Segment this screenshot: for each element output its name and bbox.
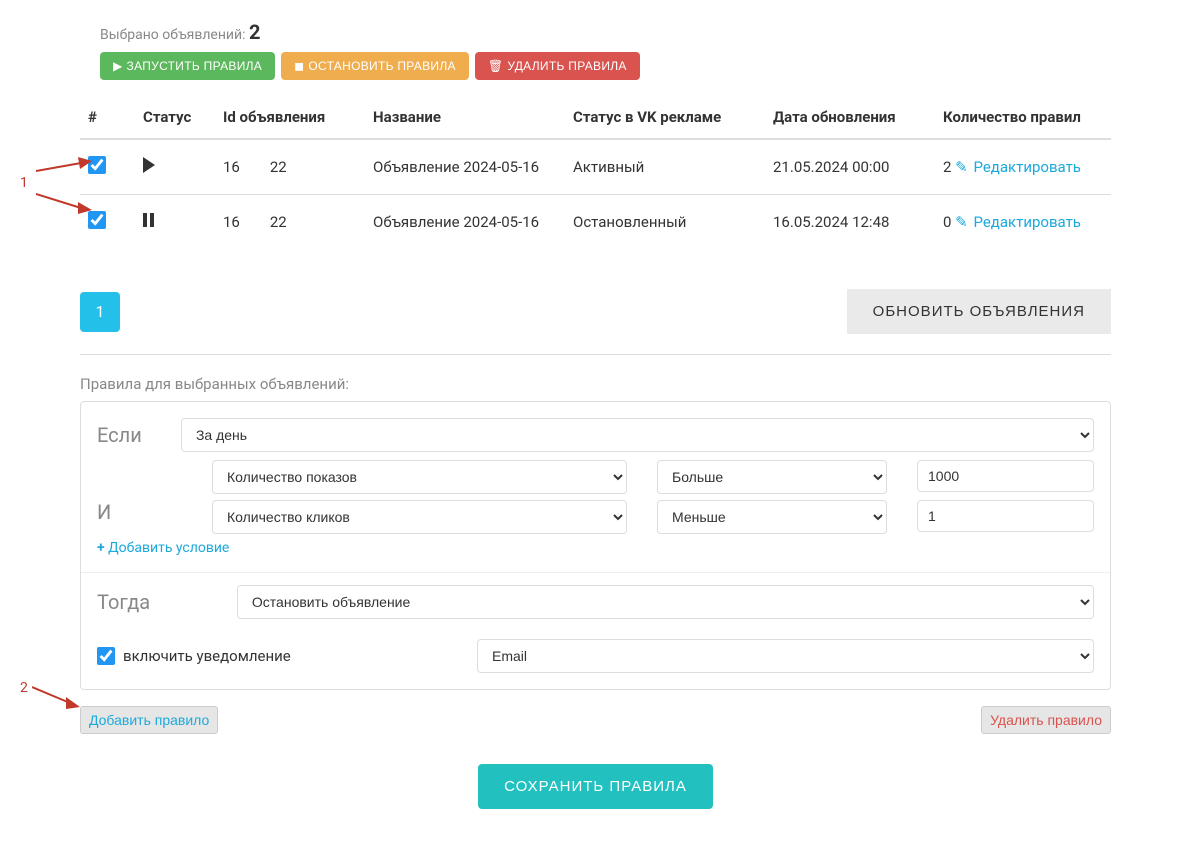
play-icon: ▶ (113, 59, 123, 73)
col-updated: Дата обновления (765, 96, 935, 139)
ads-table: # Статус Id объявления Название Статус в… (80, 96, 1111, 249)
stop-rules-button[interactable]: ◼ ОСТАНОВИТЬ ПРАВИЛА (281, 52, 469, 80)
col-rules-count: Количество правил (935, 96, 1111, 139)
then-label: Тогда (97, 590, 217, 614)
action-select[interactable]: Остановить объявление (237, 585, 1094, 619)
if-label: Если (97, 423, 161, 447)
pencil-icon: ✎ (955, 213, 968, 231)
plus-icon: + (97, 540, 105, 556)
ad-id: 1622 (223, 213, 287, 231)
rule-count: 2 (943, 158, 951, 176)
ad-name: Объявление 2024-05-16 (365, 139, 565, 195)
col-id: Id объявления (215, 96, 365, 139)
and-label: И (97, 500, 182, 534)
metric-select-1[interactable]: Количество показов (212, 460, 627, 494)
notify-checkbox-label[interactable]: включить уведомление (97, 647, 437, 665)
selected-count-label: Выбрано объявлений: 2 (100, 20, 1111, 44)
table-row: 1622 Объявление 2024-05-16 Активный 21.0… (80, 139, 1111, 195)
play-icon (143, 157, 155, 173)
delete-rule-button[interactable]: Удалить правило (981, 706, 1111, 734)
notify-checkbox[interactable] (97, 647, 115, 665)
edit-link[interactable]: Редактировать (973, 158, 1080, 176)
updated-date: 21.05.2024 00:00 (765, 139, 935, 195)
rules-title: Правила для выбранных объявлений: (80, 375, 1111, 393)
operator-select-1[interactable]: Больше (657, 460, 887, 494)
col-vk-status: Статус в VK рекламе (565, 96, 765, 139)
page-1-button[interactable]: 1 (80, 292, 120, 332)
value-input-2[interactable] (917, 500, 1094, 532)
add-condition-link[interactable]: + Добавить условие (97, 540, 1094, 556)
trash-icon: 🗑 (488, 59, 504, 73)
stop-icon: ◼ (294, 59, 304, 73)
metric-select-2[interactable]: Количество кликов (212, 500, 627, 534)
vk-status: Активный (565, 139, 765, 195)
annotation-2-label: 2 (20, 680, 28, 696)
arrow-icon (32, 683, 82, 709)
notify-channel-select[interactable]: Email (477, 639, 1094, 673)
updated-date: 16.05.2024 12:48 (765, 195, 935, 250)
arrow-icon (36, 190, 94, 216)
vk-status: Остановленный (565, 195, 765, 250)
arrow-icon (36, 155, 94, 175)
rule-count: 0 (943, 213, 951, 231)
add-rule-button[interactable]: Добавить правило (80, 706, 218, 734)
col-num: # (80, 96, 135, 139)
annotation-1-label: 1 (20, 175, 28, 191)
table-row: 1622 Объявление 2024-05-16 Остановленный… (80, 195, 1111, 250)
edit-link[interactable]: Редактировать (973, 213, 1080, 231)
period-select[interactable]: За день (181, 418, 1094, 452)
rule-builder: Если За день Количество показов Больше И… (80, 401, 1111, 690)
operator-select-2[interactable]: Меньше (657, 500, 887, 534)
pause-icon (143, 213, 154, 227)
refresh-ads-button[interactable]: ОБНОВИТЬ ОБЪЯВЛЕНИЯ (847, 289, 1111, 334)
ad-id: 1622 (223, 158, 287, 176)
run-rules-button[interactable]: ▶ ЗАПУСТИТЬ ПРАВИЛА (100, 52, 275, 80)
col-status: Статус (135, 96, 215, 139)
save-rules-button[interactable]: СОХРАНИТЬ ПРАВИЛА (478, 764, 713, 809)
col-name: Название (365, 96, 565, 139)
pencil-icon: ✎ (955, 158, 968, 176)
delete-rules-button[interactable]: 🗑 УДАЛИТЬ ПРАВИЛА (475, 52, 640, 80)
ad-name: Объявление 2024-05-16 (365, 195, 565, 250)
value-input-1[interactable] (917, 460, 1094, 492)
